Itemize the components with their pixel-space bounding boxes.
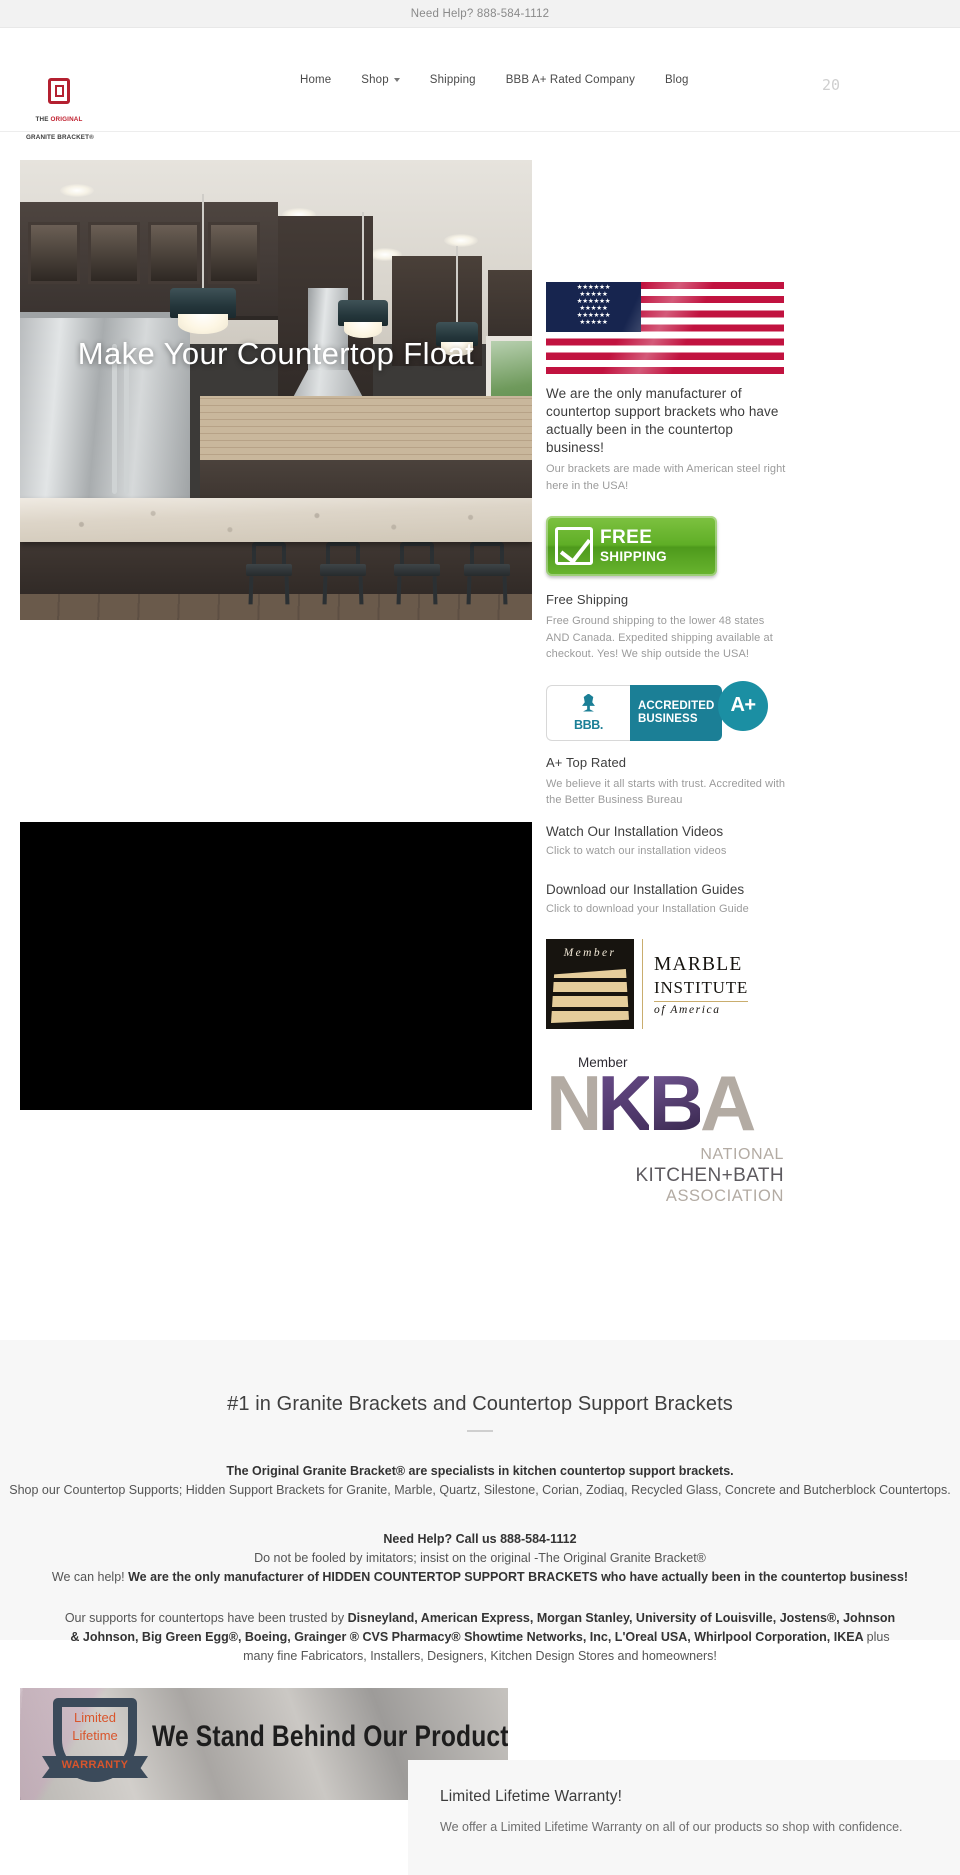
kitchen-illustration xyxy=(20,160,532,620)
usa-flag-icon: ★★★★★★ ★★★★★ ★★★★★★ ★★★★★ ★★★★★★ ★★★★★ xyxy=(546,282,784,374)
mia-member-label: Member xyxy=(563,947,617,959)
about-p1-rest: Shop our Countertop Supports; Hidden Sup… xyxy=(9,1483,951,1497)
bbb-grade-badge: A+ xyxy=(718,680,768,731)
watch-videos-link[interactable]: Watch Our Installation Videos xyxy=(546,822,796,841)
about-p1-bold: The Original Granite Bracket® are specia… xyxy=(226,1464,734,1478)
bbb-accredited-line2: BUSINESS xyxy=(638,712,698,725)
warranty-badge-line1: Limited xyxy=(74,1710,116,1725)
bbb-heading: A+ Top Rated xyxy=(546,754,627,770)
help-phone-notice: Need Help? 888-584-1112 xyxy=(410,7,550,20)
checkmark-icon xyxy=(555,527,593,565)
nav-item-bbb-rated[interactable]: BBB A+ Rated Company xyxy=(506,74,635,86)
warranty-badge-line3: WARRANTY xyxy=(61,1759,129,1771)
free-shipping-badge-line2: SHIPPING xyxy=(600,549,667,565)
marble-institute-logo[interactable]: Member MARBLE INSTITUTE of America xyxy=(546,939,784,1029)
sidebar-resources: Watch Our Installation Videos Click to w… xyxy=(546,822,796,1207)
about-p2-line3: We can help! We are the only manufacture… xyxy=(51,1570,909,1584)
nav-item-home[interactable]: Home xyxy=(300,74,331,86)
cart-icon[interactable]: 20 xyxy=(822,78,840,93)
mia-word-institute: INSTITUTE xyxy=(654,977,749,997)
hero-image[interactable]: Make Your Countertop Float xyxy=(20,160,532,620)
nav-item-shipping[interactable]: Shipping xyxy=(430,74,476,86)
free-shipping-badge[interactable]: FREE SHIPPING xyxy=(546,516,717,576)
free-shipping-heading: Free Shipping xyxy=(546,592,629,607)
about-paragraph-1: The Original Granite Bracket® are specia… xyxy=(0,1462,960,1500)
free-shipping-text: Free Ground shipping to the lower 48 sta… xyxy=(546,615,773,660)
usa-heading: We are the only manufacturer of countert… xyxy=(546,386,779,455)
about-p3: Our supports for countertops have been t… xyxy=(64,1611,896,1663)
about-heading: #1 in Granite Brackets and Countertop Su… xyxy=(227,1393,733,1415)
mia-word-of-america: of America xyxy=(654,1000,749,1016)
usa-text: Our brackets are made with American stee… xyxy=(546,463,786,492)
hero-section: Make Your Countertop Float ★★★★★★ ★★★★★ … xyxy=(0,132,960,1205)
bbb-label: BBB. xyxy=(574,717,603,732)
nkba-letter-k: K xyxy=(597,1059,653,1147)
mia-stone-icon xyxy=(551,969,629,1023)
square-bracket-logo-icon xyxy=(48,78,70,104)
nkba-letter-b: B xyxy=(648,1059,705,1147)
bbb-accredited-badge[interactable]: BBB. ACCREDITED BUSINESS A+ xyxy=(546,680,768,741)
nav-item-shop[interactable]: Shop xyxy=(361,74,400,86)
top-notice-bar: Need Help? 888-584-1112 xyxy=(0,0,960,28)
nkba-sub-national: NATIONAL xyxy=(700,1146,784,1163)
bbb-torch-icon xyxy=(582,693,595,712)
installation-video-player[interactable] xyxy=(20,822,532,1110)
warranty-card-text: We offer a Limited Lifetime Warranty on … xyxy=(440,1820,903,1834)
warranty-banner-headline: We Stand Behind Our Products! xyxy=(152,1720,508,1753)
nkba-letter-n: N xyxy=(546,1059,602,1147)
site-header: THE ORIGINAL GRANITE BRACKET® Home Shop … xyxy=(0,28,960,141)
download-guides-link[interactable]: Download our Installation Guides xyxy=(546,880,796,899)
about-p2-phone: Need Help? Call us 888-584-1112 xyxy=(383,1532,577,1546)
watch-videos-text: Click to watch our installation videos xyxy=(546,845,727,857)
sidebar-trust-badges: ★★★★★★ ★★★★★ ★★★★★★ ★★★★★ ★★★★★★ ★★★★★ W… xyxy=(546,282,786,809)
free-shipping-badge-line1: FREE xyxy=(600,527,653,549)
nkba-letter-a: A xyxy=(700,1059,756,1147)
warranty-card-heading: Limited Lifetime Warranty! xyxy=(440,1788,623,1805)
warranty-shield-icon: Limited Lifetime WARRANTY xyxy=(42,1696,148,1792)
bbb-accredited-line1: ACCREDITED xyxy=(638,699,715,712)
chevron-down-icon xyxy=(393,78,400,82)
bbb-text: We believe it all starts with trust. Acc… xyxy=(546,777,786,807)
nkba-letters: NKBA xyxy=(546,1064,784,1142)
heading-divider xyxy=(467,1430,493,1432)
warranty-card: Limited Lifetime Warranty! We offer a Li… xyxy=(408,1760,960,1875)
nav-item-blog[interactable]: Blog xyxy=(665,74,689,86)
logo-line-1: THE ORIGINAL xyxy=(35,116,83,123)
about-p2-line2: Do not be fooled by imitators; insist on… xyxy=(254,1551,706,1565)
download-guides-text: Click to download your Installation Guid… xyxy=(546,902,749,915)
nkba-sub-association: ASSOCIATION xyxy=(665,1187,784,1205)
about-paragraph-3: Our supports for countertops have been t… xyxy=(0,1609,960,1666)
nkba-logo[interactable]: Member NKBA NATIONAL KITCHEN+BATH ASSOCI… xyxy=(546,1055,784,1207)
main-navigation: Home Shop Shipping BBB A+ Rated Company … xyxy=(300,28,689,132)
nkba-sub-kitchen-bath: KITCHEN+BATH xyxy=(635,1165,784,1186)
mia-word-marble: MARBLE xyxy=(654,953,743,975)
about-section: #1 in Granite Brackets and Countertop Su… xyxy=(0,1340,960,1663)
warranty-badge-line2: Lifetime xyxy=(72,1728,118,1743)
hero-title: Make Your Countertop Float xyxy=(77,336,475,371)
about-paragraph-2: Need Help? Call us 888-584-1112 Do not b… xyxy=(0,1530,960,1587)
